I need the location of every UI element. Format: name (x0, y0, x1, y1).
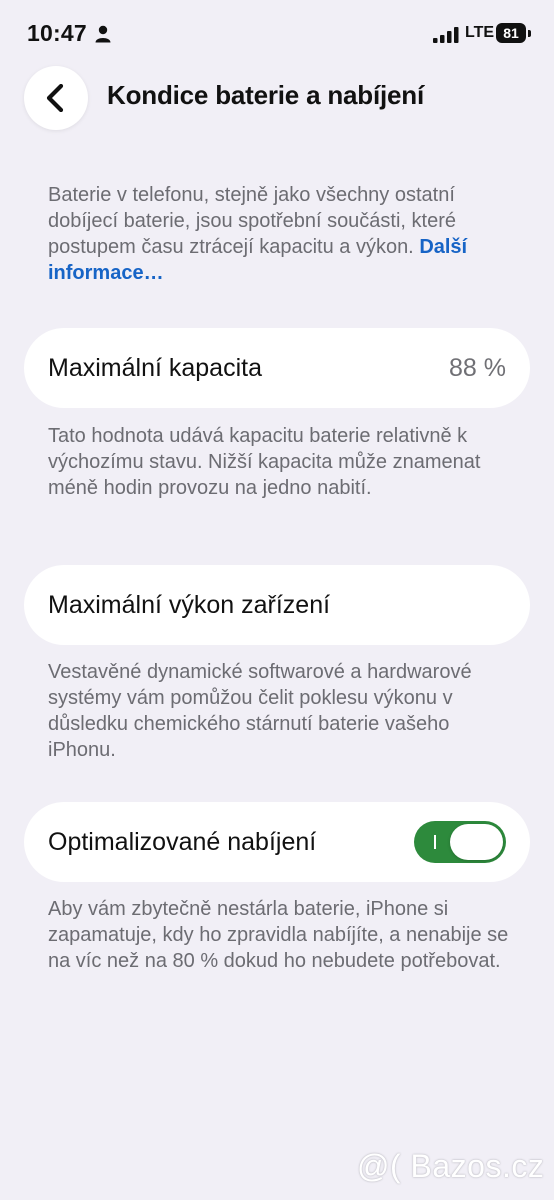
optimized-charging-description: Aby vám zbytečně nestárla baterie, iPhon… (48, 898, 509, 972)
optimized-charging-row: Optimalizované nabíjení (24, 802, 530, 882)
status-time: 10:47 (27, 20, 87, 46)
cellular-signal-icon (433, 27, 459, 43)
max-capacity-label: Maximální kapacita (48, 354, 262, 382)
max-capacity-description: Tato hodnota udává kapacitu baterie rela… (48, 425, 481, 499)
peak-performance-label: Maximální výkon zařízení (48, 591, 331, 619)
max-capacity-value: 88 % (449, 354, 506, 382)
page-title: Kondice baterie a nabíjení (107, 80, 424, 110)
peak-performance-row[interactable]: Maximální výkon zařízení (24, 565, 530, 645)
intro-text-body: Baterie v telefonu, stejně jako všechny … (48, 184, 457, 258)
intro-text: Baterie v telefonu, stejně jako všechny … (48, 182, 518, 286)
battery-icon: 81 (496, 23, 532, 43)
chevron-left-icon (46, 84, 64, 112)
watermark: @( Bazos.cz (357, 1148, 545, 1184)
max-capacity-row: Maximální kapacita 88 % (24, 328, 530, 408)
toggle-on-mark (434, 835, 436, 849)
peak-performance-description: Vestavěné dynamické softwarové a hardwar… (48, 661, 472, 761)
person-icon (95, 25, 111, 43)
optimized-charging-toggle[interactable] (414, 821, 506, 863)
toggle-knob (450, 824, 503, 860)
status-bar: 10:47 LTE 81 (0, 0, 554, 64)
network-label: LTE (465, 24, 495, 41)
back-button[interactable] (24, 66, 88, 130)
optimized-charging-label: Optimalizované nabíjení (48, 828, 317, 856)
battery-level: 81 (503, 25, 519, 41)
